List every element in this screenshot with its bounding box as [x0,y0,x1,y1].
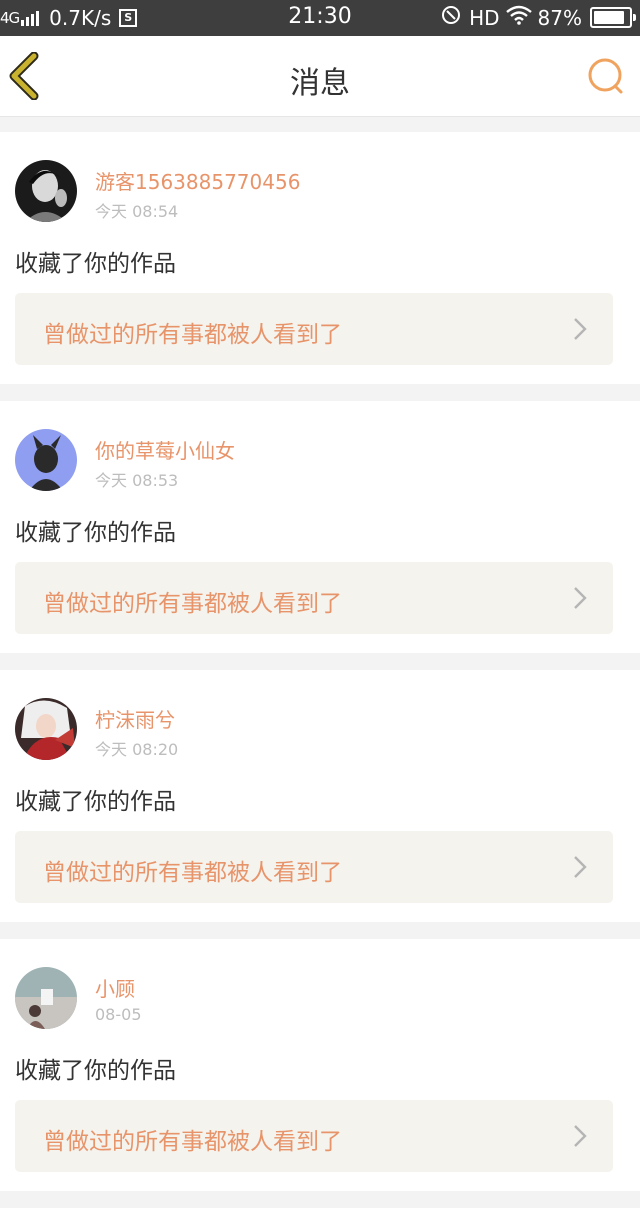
action-text: 收藏了你的作品 [15,251,176,277]
message-card: 小顾 08-05 收藏了你的作品 曾做过的所有事都被人看到了 [0,939,640,1191]
nfc-icon [441,5,461,30]
status-bar: 4G 0.7K/s S 21:30 HD 87% [0,0,640,36]
avatar[interactable] [15,429,77,491]
work-link[interactable]: 曾做过的所有事都被人看到了 [15,293,613,365]
work-title: 曾做过的所有事都被人看到了 [43,591,342,617]
work-title: 曾做过的所有事都被人看到了 [43,322,342,348]
username[interactable]: 你的草莓小仙女 [95,435,235,464]
message-list: 游客1563885770456 今天 08:54 收藏了你的作品 曾做过的所有事… [0,132,640,1208]
chevron-right-icon [574,1125,587,1147]
avatar[interactable] [15,160,77,222]
chevron-right-icon [574,856,587,878]
chevron-right-icon [574,318,587,340]
action-text: 收藏了你的作品 [15,1058,176,1084]
username[interactable]: 柠沫雨兮 [95,704,175,733]
timestamp: 08-05 [95,1005,142,1024]
timestamp: 今天 08:20 [95,740,179,759]
hd-label: HD [469,5,500,30]
work-link[interactable]: 曾做过的所有事都被人看到了 [15,1100,613,1172]
message-card: 柠沫雨兮 今天 08:20 收藏了你的作品 曾做过的所有事都被人看到了 [0,670,640,922]
wifi-icon [505,5,532,30]
timestamp: 今天 08:54 [95,202,179,221]
work-title: 曾做过的所有事都被人看到了 [43,1129,342,1155]
search-button[interactable] [586,56,626,96]
battery-percent: 87% [537,5,582,30]
message-card: 游客1563885770456 今天 08:54 收藏了你的作品 曾做过的所有事… [0,132,640,384]
search-icon [588,58,623,94]
action-text: 收藏了你的作品 [15,789,176,815]
battery-icon [590,7,636,28]
timestamp: 今天 08:53 [95,471,179,490]
work-link[interactable]: 曾做过的所有事都被人看到了 [15,562,613,634]
chevron-right-icon [574,587,587,609]
battery-fill [594,11,624,24]
message-card: 你的草莓小仙女 今天 08:53 收藏了你的作品 曾做过的所有事都被人看到了 [0,401,640,653]
avatar[interactable] [15,967,77,1029]
work-link[interactable]: 曾做过的所有事都被人看到了 [15,831,613,903]
username[interactable]: 小顾 [95,973,135,1002]
avatar[interactable] [15,698,77,760]
work-title: 曾做过的所有事都被人看到了 [43,860,342,886]
username[interactable]: 游客1563885770456 [95,166,300,195]
page-title: 消息 [290,66,350,101]
nav-bar: 消息 [0,36,640,117]
action-text: 收藏了你的作品 [15,520,176,546]
